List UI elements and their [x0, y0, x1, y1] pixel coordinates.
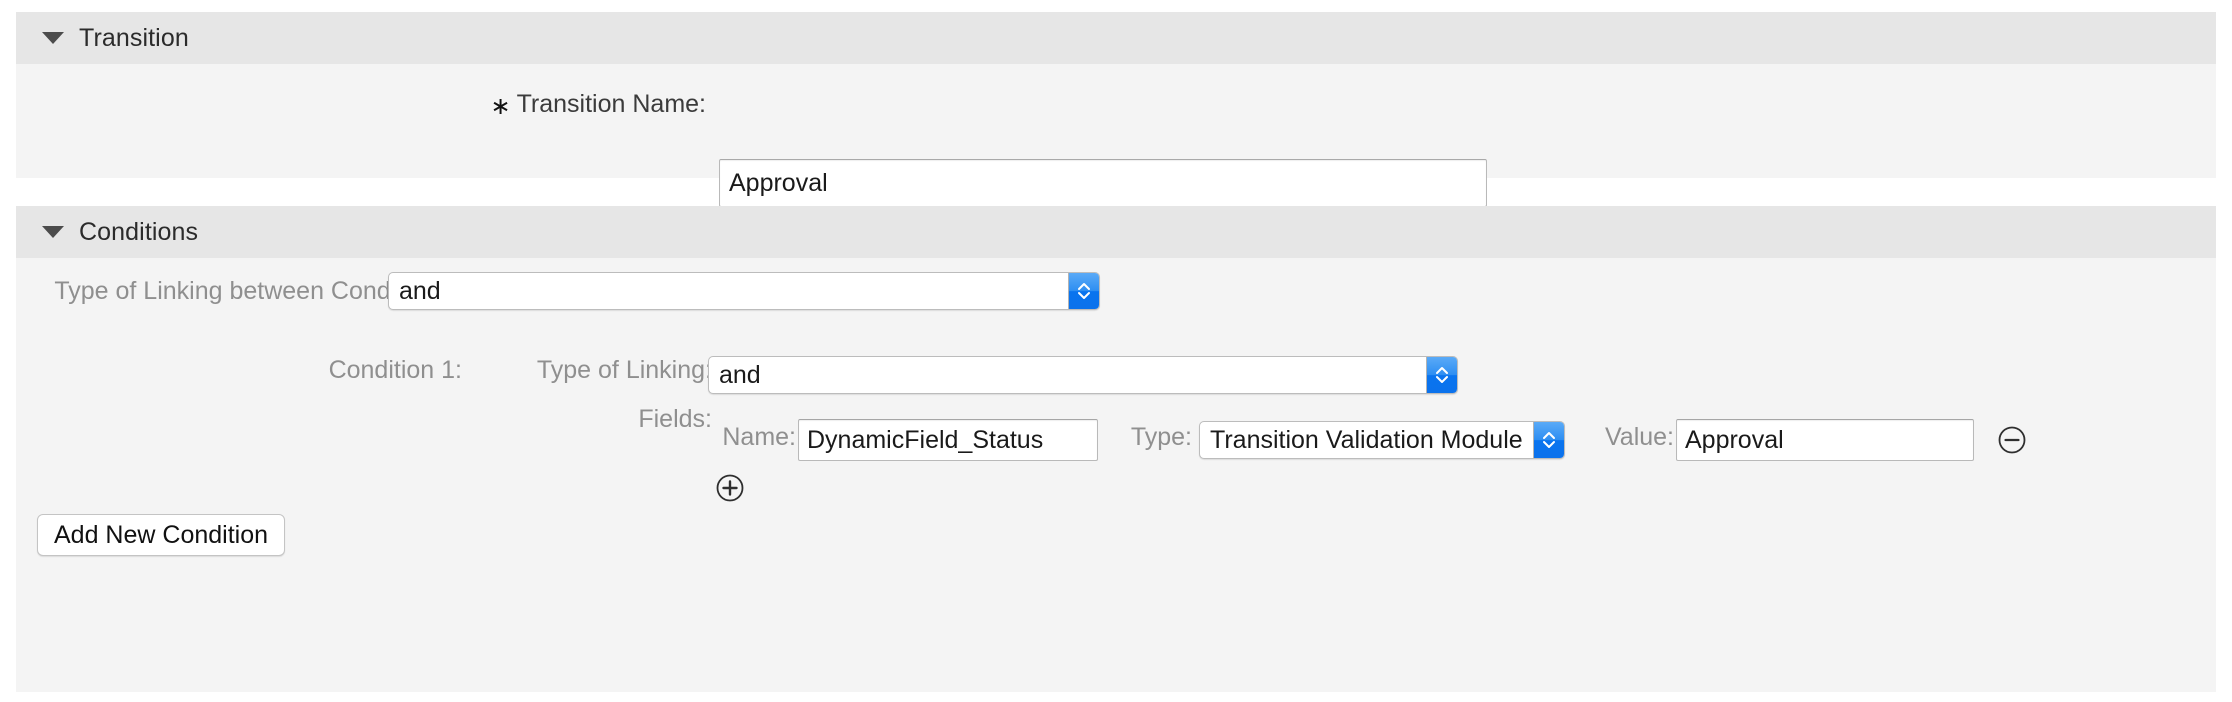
triangle-down-icon[interactable]	[42, 32, 64, 44]
required-marker-icon: ∗	[490, 93, 510, 120]
transition-panel-header[interactable]: Transition	[16, 12, 2216, 64]
field-value-label: Value:	[1446, 423, 1674, 452]
condition-1-type-of-linking-select[interactable]: and	[708, 356, 1458, 394]
select-value: and	[389, 277, 1068, 306]
transition-name-row: ∗ Transition Name:	[16, 64, 2216, 178]
circle-plus-icon[interactable]	[715, 473, 745, 503]
transition-name-input[interactable]	[719, 159, 1487, 207]
select-value: and	[709, 361, 1426, 390]
transition-panel: Transition ∗ Transition Name:	[16, 12, 2216, 178]
chevron-updown-icon[interactable]	[1068, 273, 1099, 309]
circle-minus-icon[interactable]	[1997, 425, 2027, 455]
conditions-panel-header[interactable]: Conditions	[16, 206, 2216, 258]
condition-1-type-of-linking-label: Type of Linking:	[356, 356, 712, 385]
transition-name-label-text: Transition Name:	[517, 90, 706, 118]
chevron-updown-icon[interactable]	[1426, 357, 1457, 393]
field-name-label: Name:	[576, 423, 796, 452]
type-of-linking-between-conditions-select[interactable]: and	[388, 272, 1100, 310]
conditions-panel-body: Type of Linking between Conditions: and …	[16, 258, 2216, 692]
field-type-label: Type:	[1016, 423, 1192, 452]
add-new-condition-button[interactable]: Add New Condition	[37, 514, 285, 556]
field-value-input[interactable]	[1676, 419, 1974, 461]
transition-name-label: ∗ Transition Name:	[316, 90, 706, 119]
conditions-panel-title: Conditions	[79, 218, 198, 247]
triangle-down-icon[interactable]	[42, 226, 64, 238]
transition-panel-title: Transition	[79, 24, 189, 53]
transition-configuration-page: Transition ∗ Transition Name: Conditions …	[0, 0, 2232, 702]
conditions-panel: Conditions Type of Linking between Condi…	[16, 206, 2216, 692]
transition-panel-body: ∗ Transition Name:	[16, 64, 2216, 178]
